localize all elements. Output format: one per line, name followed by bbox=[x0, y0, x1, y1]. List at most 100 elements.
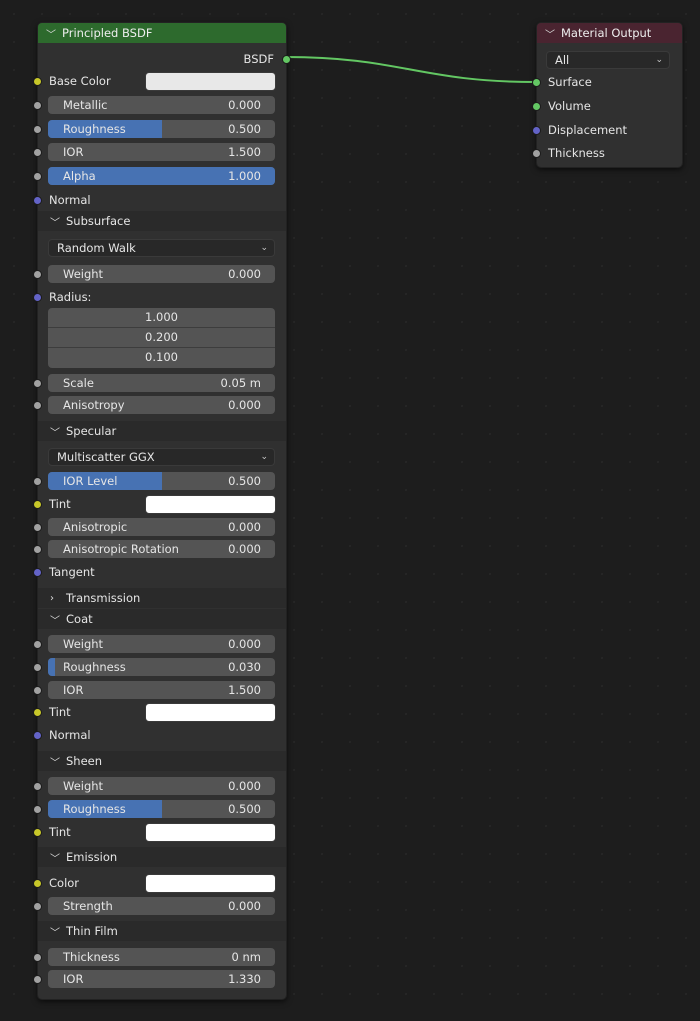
sheen-weight-slider[interactable]: Weight 0.000 bbox=[48, 777, 275, 795]
coat-tint-socket[interactable] bbox=[34, 708, 41, 716]
specular-distribution-value: Multiscatter GGX bbox=[57, 450, 155, 464]
anisotropy-socket[interactable] bbox=[34, 401, 41, 409]
radius-x[interactable]: 1.000 bbox=[48, 308, 275, 328]
scale-socket[interactable] bbox=[34, 379, 41, 387]
expand-chevron-icon: ﹀ bbox=[50, 927, 60, 939]
ior-socket[interactable] bbox=[34, 148, 41, 156]
specular-panel-header[interactable]: ﹀ Specular bbox=[38, 421, 286, 441]
alpha-label: Alpha bbox=[63, 169, 96, 183]
specular-tint-label: Tint bbox=[49, 497, 71, 511]
anisotropic-slider[interactable]: Anisotropic 0.000 bbox=[48, 518, 275, 536]
sheen-tint-label: Tint bbox=[49, 825, 71, 839]
alpha-slider[interactable]: Alpha 1.000 bbox=[48, 167, 275, 185]
scale-slider[interactable]: Scale 0.05 m bbox=[48, 374, 275, 392]
specular-distribution-dropdown[interactable]: Multiscatter GGX ⌄ bbox=[48, 448, 275, 466]
roughness-slider[interactable]: Roughness 0.500 bbox=[48, 120, 275, 138]
metallic-label: Metallic bbox=[63, 98, 108, 112]
bsdf-output-socket[interactable] bbox=[283, 55, 290, 63]
coat-roughness-socket[interactable] bbox=[34, 663, 41, 671]
tangent-socket[interactable] bbox=[34, 568, 41, 576]
coat-weight-slider[interactable]: Weight 0.000 bbox=[48, 635, 275, 653]
sheen-roughness-value: 0.500 bbox=[228, 802, 261, 816]
radius-y[interactable]: 0.200 bbox=[48, 328, 275, 348]
output-node-header[interactable]: ﹀ Material Output bbox=[537, 23, 682, 43]
surface-socket[interactable] bbox=[533, 78, 540, 86]
subsurface-panel-header[interactable]: ﹀ Subsurface bbox=[38, 211, 286, 231]
metallic-socket[interactable] bbox=[34, 101, 41, 109]
emission-color-swatch[interactable] bbox=[145, 874, 276, 893]
alpha-socket[interactable] bbox=[34, 172, 41, 180]
output-target-dropdown[interactable]: All ⌄ bbox=[546, 51, 670, 69]
displacement-socket[interactable] bbox=[533, 126, 540, 134]
anisotropic-socket[interactable] bbox=[34, 523, 41, 531]
thin-film-thickness-slider[interactable]: Thickness 0 nm bbox=[48, 948, 275, 966]
ior-slider[interactable]: IOR 1.500 bbox=[48, 143, 275, 161]
anisotropic-rotation-label: Anisotropic Rotation bbox=[63, 542, 179, 556]
coat-roughness-slider[interactable]: Roughness 0.030 bbox=[48, 658, 275, 676]
emission-panel-header[interactable]: ﹀ Emission bbox=[38, 847, 286, 867]
subsurface-weight-slider[interactable]: Weight 0.000 bbox=[48, 265, 275, 283]
base-color-socket[interactable] bbox=[34, 77, 41, 85]
emission-color-socket[interactable] bbox=[34, 879, 41, 887]
base-color-swatch[interactable] bbox=[145, 72, 276, 91]
emission-title: Emission bbox=[66, 850, 118, 864]
subsurface-weight-socket[interactable] bbox=[34, 270, 41, 278]
roughness-label: Roughness bbox=[63, 122, 126, 136]
roughness-socket[interactable] bbox=[34, 125, 41, 133]
sheen-panel-header[interactable]: ﹀ Sheen bbox=[38, 751, 286, 771]
ior-level-slider[interactable]: IOR Level 0.500 bbox=[48, 472, 275, 490]
normal-socket[interactable] bbox=[34, 196, 41, 204]
radius-z[interactable]: 0.100 bbox=[48, 348, 275, 367]
output-node-title: Material Output bbox=[561, 26, 652, 40]
chevron-down-icon: ⌄ bbox=[655, 55, 663, 65]
anisotropy-slider[interactable]: Anisotropy 0.000 bbox=[48, 396, 275, 414]
thin-film-thickness-socket[interactable] bbox=[34, 953, 41, 961]
principled-bsdf-node[interactable]: ﹀ Principled BSDF BSDF Base Color Metall… bbox=[34, 22, 290, 1000]
anisotropic-rotation-slider[interactable]: Anisotropic Rotation 0.000 bbox=[48, 540, 275, 558]
metallic-slider[interactable]: Metallic 0.000 bbox=[48, 96, 275, 114]
anisotropic-rotation-socket[interactable] bbox=[34, 545, 41, 553]
transmission-panel-header[interactable]: › Transmission bbox=[38, 588, 286, 608]
volume-socket[interactable] bbox=[533, 102, 540, 110]
bsdf-node-header[interactable]: ﹀ Principled BSDF bbox=[38, 23, 286, 43]
emission-strength-label: Strength bbox=[63, 899, 113, 913]
radius-socket[interactable] bbox=[34, 293, 41, 301]
ior-level-socket[interactable] bbox=[34, 477, 41, 485]
emission-strength-slider[interactable]: Strength 0.000 bbox=[48, 897, 275, 915]
coat-normal-socket[interactable] bbox=[34, 731, 41, 739]
thin-film-ior-socket[interactable] bbox=[34, 975, 41, 983]
ior-value: 1.500 bbox=[228, 145, 261, 159]
transmission-title: Transmission bbox=[66, 591, 141, 605]
sheen-roughness-slider[interactable]: Roughness 0.500 bbox=[48, 800, 275, 818]
thin-film-thickness-value: 0 nm bbox=[231, 950, 261, 964]
radius-vector-field[interactable]: 1.000 0.200 0.100 bbox=[48, 308, 275, 368]
sheen-weight-socket[interactable] bbox=[34, 782, 41, 790]
coat-panel-header[interactable]: ﹀ Coat bbox=[38, 609, 286, 629]
specular-tint-swatch[interactable] bbox=[145, 495, 276, 514]
sheen-roughness-socket[interactable] bbox=[34, 805, 41, 813]
expand-chevron-icon: ﹀ bbox=[50, 217, 60, 229]
collapsed-chevron-icon: › bbox=[50, 592, 54, 604]
coat-tint-swatch[interactable] bbox=[145, 703, 276, 722]
collapse-chevron-icon[interactable]: ﹀ bbox=[46, 26, 58, 41]
sheen-tint-swatch[interactable] bbox=[145, 823, 276, 842]
emission-strength-socket[interactable] bbox=[34, 902, 41, 910]
expand-chevron-icon: ﹀ bbox=[50, 853, 60, 865]
thin-film-panel-header[interactable]: ﹀ Thin Film bbox=[38, 921, 286, 941]
coat-ior-socket[interactable] bbox=[34, 686, 41, 694]
thin-film-ior-value: 1.330 bbox=[228, 972, 261, 986]
material-output-node[interactable]: ﹀ Material Output All ⌄ Surface Volume D… bbox=[533, 22, 683, 168]
coat-weight-socket[interactable] bbox=[34, 640, 41, 648]
specular-tint-socket[interactable] bbox=[34, 500, 41, 508]
expand-chevron-icon: ﹀ bbox=[50, 427, 60, 439]
ior-level-label: IOR Level bbox=[63, 474, 118, 488]
subsurface-method-dropdown[interactable]: Random Walk ⌄ bbox=[48, 239, 275, 257]
output-thickness-socket[interactable] bbox=[533, 149, 540, 157]
chevron-down-icon: ⌄ bbox=[260, 452, 268, 462]
specular-title: Specular bbox=[66, 424, 117, 438]
collapse-chevron-icon[interactable]: ﹀ bbox=[545, 26, 557, 41]
emission-strength-value: 0.000 bbox=[228, 899, 261, 913]
sheen-tint-socket[interactable] bbox=[34, 828, 41, 836]
coat-ior-slider[interactable]: IOR 1.500 bbox=[48, 681, 275, 699]
thin-film-ior-slider[interactable]: IOR 1.330 bbox=[48, 970, 275, 988]
